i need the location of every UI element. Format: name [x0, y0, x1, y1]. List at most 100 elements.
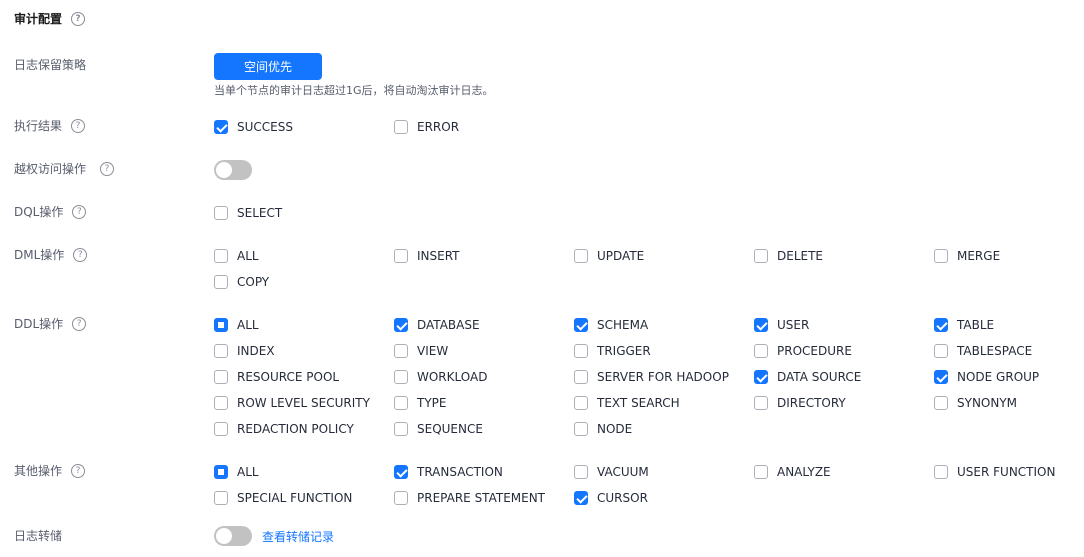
other-checkbox-user-function[interactable]: USER FUNCTION [934, 463, 1055, 481]
dml-checkbox-merge[interactable]: MERGE [934, 247, 1000, 265]
ddl-checkbox-synonym[interactable]: SYNONYM [934, 394, 1017, 412]
ddl-checkbox-view[interactable]: VIEW [394, 342, 448, 360]
help-icon[interactable]: ? [72, 316, 87, 331]
checkbox-label: TRIGGER [597, 344, 651, 358]
checkbox-box[interactable] [934, 396, 948, 410]
other-checkbox-cursor[interactable]: CURSOR [574, 489, 648, 507]
checkbox-box[interactable] [934, 370, 948, 384]
ddl-checkbox-type[interactable]: TYPE [394, 394, 446, 412]
dump-toggle[interactable] [214, 526, 252, 546]
ddl-checkbox-all[interactable]: ALL [214, 316, 259, 334]
checkbox-box[interactable] [754, 249, 768, 263]
checkbox-box[interactable] [214, 275, 228, 289]
checkbox-box[interactable] [574, 370, 588, 384]
checkbox-box[interactable] [394, 318, 408, 332]
checkbox-box[interactable] [394, 249, 408, 263]
checkbox-box[interactable] [754, 465, 768, 479]
other-label: 其他操作 ? [14, 462, 86, 479]
help-icon[interactable]: ? [72, 204, 87, 219]
exec-result-checkbox-success[interactable]: SUCCESS [214, 118, 293, 136]
checkbox-box[interactable] [214, 370, 228, 384]
dml-checkbox-insert[interactable]: INSERT [394, 247, 460, 265]
checkbox-box[interactable] [214, 422, 228, 436]
other-checkbox-vacuum[interactable]: VACUUM [574, 463, 649, 481]
checkbox-box[interactable] [934, 344, 948, 358]
help-icon[interactable]: ? [100, 161, 115, 176]
checkbox-box[interactable] [934, 318, 948, 332]
checkbox-box[interactable] [574, 344, 588, 358]
checkbox-label: TEXT SEARCH [597, 396, 680, 410]
other-checkbox-prepare-statement[interactable]: PREPARE STATEMENT [394, 489, 545, 507]
ddl-checkbox-node-group[interactable]: NODE GROUP [934, 368, 1039, 386]
ddl-checkbox-sequence[interactable]: SEQUENCE [394, 420, 483, 438]
other-checkbox-all[interactable]: ALL [214, 463, 259, 481]
checkbox-box[interactable] [214, 206, 228, 220]
checkbox-box[interactable] [574, 491, 588, 505]
ddl-checkbox-row-level-security[interactable]: ROW LEVEL SECURITY [214, 394, 370, 412]
ddl-checkbox-procedure[interactable]: PROCEDURE [754, 342, 852, 360]
ddl-checkbox-workload[interactable]: WORKLOAD [394, 368, 487, 386]
checkbox-box[interactable] [214, 465, 228, 479]
checkbox-box[interactable] [574, 318, 588, 332]
checkbox-box[interactable] [754, 318, 768, 332]
ddl-checkbox-text-search[interactable]: TEXT SEARCH [574, 394, 680, 412]
checkbox-box[interactable] [934, 249, 948, 263]
checkbox-box[interactable] [394, 491, 408, 505]
checkbox-box[interactable] [754, 370, 768, 384]
retention-hint: 当单个节点的审计日志超过1G后，将自动淘汰审计日志。 [214, 84, 494, 97]
checkbox-box[interactable] [574, 465, 588, 479]
other-checkbox-analyze[interactable]: ANALYZE [754, 463, 831, 481]
ddl-checkbox-redaction-policy[interactable]: REDACTION POLICY [214, 420, 354, 438]
help-icon[interactable]: ? [73, 247, 88, 262]
ddl-checkbox-trigger[interactable]: TRIGGER [574, 342, 651, 360]
checkbox-box[interactable] [574, 249, 588, 263]
checkbox-box[interactable] [394, 465, 408, 479]
checkbox-box[interactable] [214, 120, 228, 134]
help-icon[interactable]: ? [71, 463, 86, 478]
checkbox-box[interactable] [214, 344, 228, 358]
checkbox-box[interactable] [214, 491, 228, 505]
ddl-checkbox-node[interactable]: NODE [574, 420, 632, 438]
ddl-checkbox-index[interactable]: INDEX [214, 342, 275, 360]
ddl-checkbox-schema[interactable]: SCHEMA [574, 316, 648, 334]
checkbox-box[interactable] [754, 344, 768, 358]
ddl-checkbox-tablespace[interactable]: TABLESPACE [934, 342, 1032, 360]
checkbox-box[interactable] [574, 422, 588, 436]
checkbox-box[interactable] [214, 249, 228, 263]
checkbox-label: SELECT [237, 206, 283, 220]
dml-checkbox-update[interactable]: UPDATE [574, 247, 644, 265]
dml-checkbox-all[interactable]: ALL [214, 247, 259, 265]
checkbox-box[interactable] [754, 396, 768, 410]
privilege-toggle[interactable] [214, 160, 252, 180]
ddl-checkbox-directory[interactable]: DIRECTORY [754, 394, 846, 412]
view-dump-records-link[interactable]: 查看转储记录 [262, 528, 334, 545]
checkbox-box[interactable] [214, 396, 228, 410]
space-priority-button[interactable]: 空间优先 [214, 53, 322, 80]
dml-checkbox-delete[interactable]: DELETE [754, 247, 823, 265]
checkbox-label: MERGE [957, 249, 1001, 263]
checkbox-box[interactable] [394, 422, 408, 436]
checkbox-box[interactable] [394, 370, 408, 384]
other-checkbox-special-function[interactable]: SPECIAL FUNCTION [214, 489, 352, 507]
checkbox-box[interactable] [214, 318, 228, 332]
checkbox-box[interactable] [574, 396, 588, 410]
exec-result-checkbox-error[interactable]: ERROR [394, 118, 459, 136]
ddl-checkbox-server-for-hadoop[interactable]: SERVER FOR HADOOP [574, 368, 729, 386]
ddl-checkbox-database[interactable]: DATABASE [394, 316, 480, 334]
ddl-checkbox-user[interactable]: USER [754, 316, 809, 334]
ddl-checkbox-data-source[interactable]: DATA SOURCE [754, 368, 861, 386]
section-title: 审计配置 ? [14, 10, 86, 27]
dml-checkbox-copy[interactable]: COPY [214, 273, 269, 291]
help-icon[interactable]: ? [71, 118, 86, 133]
checkbox-label: TABLE [957, 318, 995, 332]
help-icon[interactable]: ? [71, 11, 86, 26]
checkbox-box[interactable] [394, 396, 408, 410]
checkbox-box[interactable] [394, 120, 408, 134]
ddl-checkbox-resource-pool[interactable]: RESOURCE POOL [214, 368, 339, 386]
checkbox-box[interactable] [394, 344, 408, 358]
checkbox-label: NODE [597, 422, 633, 436]
ddl-checkbox-table[interactable]: TABLE [934, 316, 994, 334]
dql-checkbox-select[interactable]: SELECT [214, 204, 282, 222]
other-checkbox-transaction[interactable]: TRANSACTION [394, 463, 503, 481]
checkbox-box[interactable] [934, 465, 948, 479]
